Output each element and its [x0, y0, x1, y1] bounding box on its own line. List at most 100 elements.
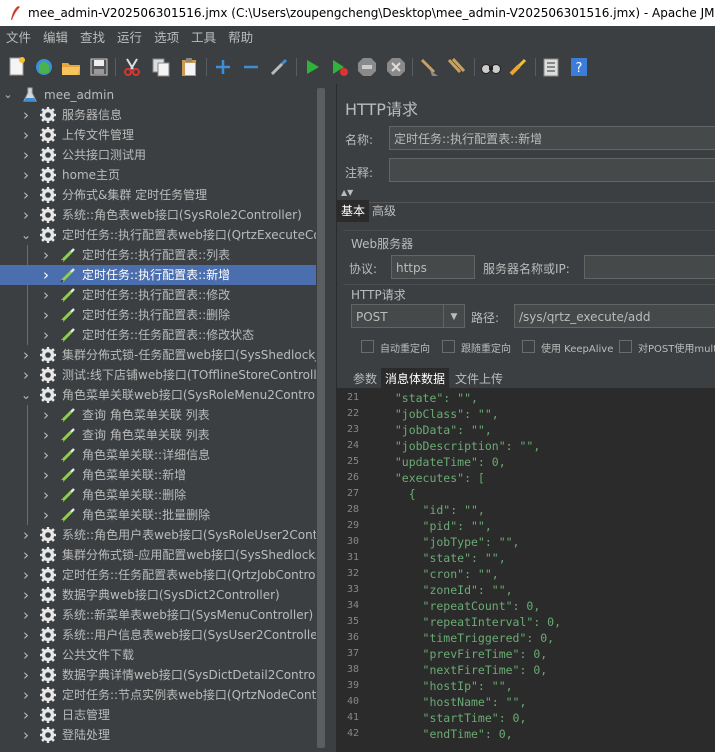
menu-file[interactable]: 文件: [0, 26, 37, 50]
chevron-right-icon[interactable]: ›: [20, 565, 32, 585]
method-select[interactable]: POST ▼: [351, 304, 465, 328]
collapse-icon[interactable]: [240, 56, 262, 78]
menu-help[interactable]: 帮助: [222, 26, 259, 50]
menu-options[interactable]: 选项: [148, 26, 185, 50]
tab-parameters[interactable]: 参数: [349, 368, 381, 390]
shutdown-icon[interactable]: [385, 56, 407, 78]
name-field[interactable]: 定时任务::执行配置表::新增: [389, 126, 715, 150]
chevron-right-icon[interactable]: ›: [20, 585, 32, 605]
chevron-right-icon[interactable]: ›: [40, 245, 52, 265]
chevron-right-icon[interactable]: ›: [20, 625, 32, 645]
tab-body-data[interactable]: 消息体数据: [381, 368, 450, 390]
tree-item-sampler[interactable]: › 角色菜单关联::删除: [0, 485, 316, 505]
tree-item-sampler[interactable]: › 定时任务::执行配置表::列表: [0, 245, 316, 265]
chevron-down-icon[interactable]: ▼: [443, 305, 464, 327]
tree-item-sampler[interactable]: › 角色菜单关联::批量删除: [0, 505, 316, 525]
start-no-pause-icon[interactable]: [328, 56, 350, 78]
tab-files-upload[interactable]: 文件上传: [451, 368, 507, 390]
reset-search-icon[interactable]: [507, 56, 529, 78]
server-field[interactable]: [584, 255, 715, 279]
tree-item-sampler[interactable]: › 查询 角色菜单关联 列表: [0, 405, 316, 425]
auto-redirect-checkbox[interactable]: [361, 340, 374, 353]
tree-item-controller[interactable]: › 集群分佈式锁-应用配置web接口(SysShedlockAp: [0, 545, 316, 565]
save-icon[interactable]: [88, 56, 110, 78]
tree-item-controller[interactable]: › 系统::角色表web接口(SysRole2Controller): [0, 205, 316, 225]
tree-item-sampler[interactable]: › 定时任务::任务配置表::修改状态: [0, 325, 316, 345]
chevron-down-icon[interactable]: ⌄: [20, 385, 32, 405]
tree-scrollbar-thumb[interactable]: [317, 88, 325, 748]
tree-item-controller[interactable]: › 公共文件下载: [0, 645, 316, 665]
collapse-arrows-icon[interactable]: ▲▼: [341, 188, 353, 197]
menu-edit[interactable]: 编辑: [37, 26, 74, 50]
tree-item-sampler[interactable]: › 查询 角色菜单关联 列表: [0, 425, 316, 445]
open-icon[interactable]: [60, 56, 82, 78]
tree-item-controller[interactable]: › 上传文件管理: [0, 125, 316, 145]
chevron-right-icon[interactable]: ›: [20, 525, 32, 545]
chevron-right-icon[interactable]: ›: [20, 105, 32, 125]
chevron-right-icon[interactable]: ›: [40, 405, 52, 425]
menu-run[interactable]: 运行: [111, 26, 148, 50]
chevron-down-icon[interactable]: ⌄: [2, 85, 14, 105]
new-icon[interactable]: [6, 56, 28, 78]
tree-item-controller[interactable]: › 系统::角色用户表web接口(SysRoleUser2Controll: [0, 525, 316, 545]
stop-icon[interactable]: [356, 56, 378, 78]
tree-item-sampler[interactable]: › 角色菜单关联::新增: [0, 465, 316, 485]
tree-item-controller[interactable]: › 集群分佈式锁-任务配置web接口(SysShedlockJo: [0, 345, 316, 365]
tree-item-controller[interactable]: ⌄ 定时任务::执行配置表web接口(QrtzExecuteCont: [0, 225, 316, 245]
start-icon[interactable]: [301, 56, 323, 78]
chevron-right-icon[interactable]: ›: [40, 325, 52, 345]
tree-item-controller[interactable]: › 数据字典详情web接口(SysDictDetail2Controller): [0, 665, 316, 685]
tree-item-controller[interactable]: › 服务器信息: [0, 105, 316, 125]
tree-item-sampler[interactable]: › 角色菜单关联::详细信息: [0, 445, 316, 465]
chevron-right-icon[interactable]: ›: [20, 605, 32, 625]
chevron-right-icon[interactable]: ›: [40, 445, 52, 465]
tree-item-controller[interactable]: › 日志管理: [0, 705, 316, 725]
menu-search[interactable]: 查找: [74, 26, 111, 50]
tree-item-sampler[interactable]: › 定时任务::执行配置表::新增: [0, 265, 316, 285]
chevron-right-icon[interactable]: ›: [20, 685, 32, 705]
body-data-editor[interactable]: 21 "state": "", 22 "jobClass": "", 23 "job…: [337, 388, 715, 752]
chevron-right-icon[interactable]: ›: [20, 185, 32, 205]
protocol-field[interactable]: https: [391, 255, 475, 279]
tree-item-controller[interactable]: ⌄ 角色菜单关联web接口(SysRoleMenu2Controller: [0, 385, 316, 405]
comment-field[interactable]: [389, 158, 715, 182]
chevron-right-icon[interactable]: ›: [20, 365, 32, 385]
chevron-right-icon[interactable]: ›: [20, 665, 32, 685]
chevron-right-icon[interactable]: ›: [20, 545, 32, 565]
chevron-right-icon[interactable]: ›: [40, 425, 52, 445]
tree-item-controller[interactable]: › 测试:线下店铺web接口(TOfflineStoreController): [0, 365, 316, 385]
tree-scrollbar[interactable]: [316, 84, 326, 752]
tree-item-controller[interactable]: › 系统::新菜单表web接口(SysMenuController): [0, 605, 316, 625]
chevron-right-icon[interactable]: ›: [20, 645, 32, 665]
chevron-right-icon[interactable]: ›: [40, 465, 52, 485]
chevron-right-icon[interactable]: ›: [20, 725, 32, 745]
tree-item-controller[interactable]: › 公共接口测试用: [0, 145, 316, 165]
tree-item-controller[interactable]: › 定时任务::节点实例表web接口(QrtzNodeContro: [0, 685, 316, 705]
tab-advanced[interactable]: 高级: [368, 200, 400, 222]
help-icon[interactable]: ?: [568, 56, 590, 78]
tree-item-controller[interactable]: › 分佈式&集群 定时任务管理: [0, 185, 316, 205]
tree-item-controller[interactable]: › 系统::用户信息表web接口(SysUser2Controller): [0, 625, 316, 645]
chevron-right-icon[interactable]: ›: [40, 505, 52, 525]
tree-item-controller[interactable]: › home主页: [0, 165, 316, 185]
chevron-right-icon[interactable]: ›: [20, 205, 32, 225]
tree-item-controller[interactable]: › 数据字典web接口(SysDict2Controller): [0, 585, 316, 605]
paste-icon[interactable]: [178, 56, 200, 78]
tree-item-sampler[interactable]: › 定时任务::执行配置表::删除: [0, 305, 316, 325]
chevron-right-icon[interactable]: ›: [20, 705, 32, 725]
tab-basic[interactable]: 基本: [337, 200, 370, 222]
chevron-right-icon[interactable]: ›: [20, 345, 32, 365]
tree-item-sampler[interactable]: › 定时任务::执行配置表::修改: [0, 285, 316, 305]
templates-icon[interactable]: [33, 56, 55, 78]
toggle-icon[interactable]: [268, 56, 290, 78]
chevron-right-icon[interactable]: ›: [40, 265, 52, 285]
clear-all-icon[interactable]: [446, 56, 468, 78]
cut-icon[interactable]: [121, 56, 143, 78]
copy-icon[interactable]: [150, 56, 172, 78]
expand-icon[interactable]: [212, 56, 234, 78]
tree-item-controller[interactable]: › 定时任务::任务配置表web接口(QrtzJobControlle: [0, 565, 316, 585]
keepalive-checkbox[interactable]: [522, 340, 535, 353]
chevron-right-icon[interactable]: ›: [20, 145, 32, 165]
chevron-right-icon[interactable]: ›: [40, 285, 52, 305]
tree-root[interactable]: ⌄ mee_admin: [0, 85, 316, 105]
